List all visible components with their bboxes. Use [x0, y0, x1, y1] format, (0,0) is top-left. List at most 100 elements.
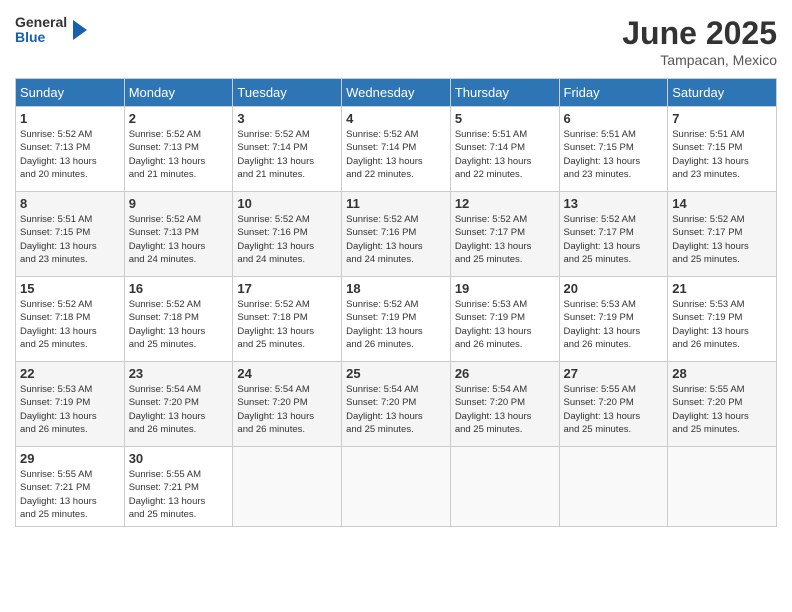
- day-number: 28: [672, 366, 772, 381]
- table-row: 29 Sunrise: 5:55 AM Sunset: 7:21 PM Dayl…: [16, 447, 125, 527]
- col-friday: Friday: [559, 79, 668, 107]
- day-info: Sunrise: 5:54 AM Sunset: 7:20 PM Dayligh…: [129, 383, 229, 436]
- table-row: 26 Sunrise: 5:54 AM Sunset: 7:20 PM Dayl…: [450, 362, 559, 447]
- day-number: 18: [346, 281, 446, 296]
- table-row: 13 Sunrise: 5:52 AM Sunset: 7:17 PM Dayl…: [559, 192, 668, 277]
- day-info: Sunrise: 5:53 AM Sunset: 7:19 PM Dayligh…: [455, 298, 555, 351]
- day-number: 25: [346, 366, 446, 381]
- table-row: [559, 447, 668, 527]
- day-number: 15: [20, 281, 120, 296]
- logo-blue: Blue: [15, 30, 67, 45]
- day-info: Sunrise: 5:51 AM Sunset: 7:15 PM Dayligh…: [20, 213, 120, 266]
- title-section: June 2025 Tampacan, Mexico: [622, 15, 777, 68]
- table-row: 11 Sunrise: 5:52 AM Sunset: 7:16 PM Dayl…: [342, 192, 451, 277]
- table-row: 2 Sunrise: 5:52 AM Sunset: 7:13 PM Dayli…: [124, 107, 233, 192]
- day-info: Sunrise: 5:51 AM Sunset: 7:15 PM Dayligh…: [564, 128, 664, 181]
- day-number: 23: [129, 366, 229, 381]
- day-number: 21: [672, 281, 772, 296]
- col-saturday: Saturday: [668, 79, 777, 107]
- calendar-week-row: 15 Sunrise: 5:52 AM Sunset: 7:18 PM Dayl…: [16, 277, 777, 362]
- day-number: 12: [455, 196, 555, 211]
- table-row: 27 Sunrise: 5:55 AM Sunset: 7:20 PM Dayl…: [559, 362, 668, 447]
- day-number: 22: [20, 366, 120, 381]
- day-info: Sunrise: 5:51 AM Sunset: 7:15 PM Dayligh…: [672, 128, 772, 181]
- day-info: Sunrise: 5:55 AM Sunset: 7:20 PM Dayligh…: [672, 383, 772, 436]
- calendar-week-row: 29 Sunrise: 5:55 AM Sunset: 7:21 PM Dayl…: [16, 447, 777, 527]
- day-info: Sunrise: 5:52 AM Sunset: 7:18 PM Dayligh…: [129, 298, 229, 351]
- logo: General Blue: [15, 15, 87, 46]
- table-row: [668, 447, 777, 527]
- table-row: 24 Sunrise: 5:54 AM Sunset: 7:20 PM Dayl…: [233, 362, 342, 447]
- table-row: 16 Sunrise: 5:52 AM Sunset: 7:18 PM Dayl…: [124, 277, 233, 362]
- day-number: 11: [346, 196, 446, 211]
- day-number: 8: [20, 196, 120, 211]
- table-row: 18 Sunrise: 5:52 AM Sunset: 7:19 PM Dayl…: [342, 277, 451, 362]
- table-row: [342, 447, 451, 527]
- page-header: General Blue June 2025 Tampacan, Mexico: [15, 15, 777, 68]
- logo-text: General Blue: [15, 15, 67, 46]
- day-number: 2: [129, 111, 229, 126]
- day-info: Sunrise: 5:52 AM Sunset: 7:17 PM Dayligh…: [455, 213, 555, 266]
- location: Tampacan, Mexico: [622, 52, 777, 68]
- table-row: 4 Sunrise: 5:52 AM Sunset: 7:14 PM Dayli…: [342, 107, 451, 192]
- day-number: 30: [129, 451, 229, 466]
- day-number: 29: [20, 451, 120, 466]
- table-row: 19 Sunrise: 5:53 AM Sunset: 7:19 PM Dayl…: [450, 277, 559, 362]
- table-row: 7 Sunrise: 5:51 AM Sunset: 7:15 PM Dayli…: [668, 107, 777, 192]
- table-row: 3 Sunrise: 5:52 AM Sunset: 7:14 PM Dayli…: [233, 107, 342, 192]
- day-number: 5: [455, 111, 555, 126]
- col-thursday: Thursday: [450, 79, 559, 107]
- day-number: 16: [129, 281, 229, 296]
- day-info: Sunrise: 5:53 AM Sunset: 7:19 PM Dayligh…: [564, 298, 664, 351]
- day-number: 17: [237, 281, 337, 296]
- table-row: 8 Sunrise: 5:51 AM Sunset: 7:15 PM Dayli…: [16, 192, 125, 277]
- table-row: 15 Sunrise: 5:52 AM Sunset: 7:18 PM Dayl…: [16, 277, 125, 362]
- day-info: Sunrise: 5:52 AM Sunset: 7:17 PM Dayligh…: [672, 213, 772, 266]
- table-row: 5 Sunrise: 5:51 AM Sunset: 7:14 PM Dayli…: [450, 107, 559, 192]
- day-info: Sunrise: 5:52 AM Sunset: 7:14 PM Dayligh…: [346, 128, 446, 181]
- table-row: 28 Sunrise: 5:55 AM Sunset: 7:20 PM Dayl…: [668, 362, 777, 447]
- calendar-week-row: 1 Sunrise: 5:52 AM Sunset: 7:13 PM Dayli…: [16, 107, 777, 192]
- table-row: 1 Sunrise: 5:52 AM Sunset: 7:13 PM Dayli…: [16, 107, 125, 192]
- day-number: 13: [564, 196, 664, 211]
- day-number: 1: [20, 111, 120, 126]
- col-monday: Monday: [124, 79, 233, 107]
- day-info: Sunrise: 5:54 AM Sunset: 7:20 PM Dayligh…: [237, 383, 337, 436]
- day-number: 20: [564, 281, 664, 296]
- day-info: Sunrise: 5:54 AM Sunset: 7:20 PM Dayligh…: [455, 383, 555, 436]
- calendar-week-row: 8 Sunrise: 5:51 AM Sunset: 7:15 PM Dayli…: [16, 192, 777, 277]
- day-info: Sunrise: 5:52 AM Sunset: 7:13 PM Dayligh…: [20, 128, 120, 181]
- table-row: 10 Sunrise: 5:52 AM Sunset: 7:16 PM Dayl…: [233, 192, 342, 277]
- day-number: 9: [129, 196, 229, 211]
- table-row: 21 Sunrise: 5:53 AM Sunset: 7:19 PM Dayl…: [668, 277, 777, 362]
- day-info: Sunrise: 5:52 AM Sunset: 7:13 PM Dayligh…: [129, 128, 229, 181]
- calendar-header-row: Sunday Monday Tuesday Wednesday Thursday…: [16, 79, 777, 107]
- day-info: Sunrise: 5:55 AM Sunset: 7:21 PM Dayligh…: [20, 468, 120, 521]
- day-number: 4: [346, 111, 446, 126]
- table-row: 30 Sunrise: 5:55 AM Sunset: 7:21 PM Dayl…: [124, 447, 233, 527]
- day-info: Sunrise: 5:55 AM Sunset: 7:20 PM Dayligh…: [564, 383, 664, 436]
- day-info: Sunrise: 5:52 AM Sunset: 7:16 PM Dayligh…: [237, 213, 337, 266]
- logo-arrow-icon: [73, 20, 87, 40]
- day-info: Sunrise: 5:52 AM Sunset: 7:14 PM Dayligh…: [237, 128, 337, 181]
- col-sunday: Sunday: [16, 79, 125, 107]
- day-info: Sunrise: 5:55 AM Sunset: 7:21 PM Dayligh…: [129, 468, 229, 521]
- col-wednesday: Wednesday: [342, 79, 451, 107]
- table-row: 9 Sunrise: 5:52 AM Sunset: 7:13 PM Dayli…: [124, 192, 233, 277]
- day-info: Sunrise: 5:52 AM Sunset: 7:18 PM Dayligh…: [20, 298, 120, 351]
- table-row: 22 Sunrise: 5:53 AM Sunset: 7:19 PM Dayl…: [16, 362, 125, 447]
- day-number: 27: [564, 366, 664, 381]
- day-info: Sunrise: 5:52 AM Sunset: 7:13 PM Dayligh…: [129, 213, 229, 266]
- day-info: Sunrise: 5:52 AM Sunset: 7:17 PM Dayligh…: [564, 213, 664, 266]
- logo-general: General: [15, 15, 67, 30]
- table-row: 25 Sunrise: 5:54 AM Sunset: 7:20 PM Dayl…: [342, 362, 451, 447]
- table-row: [450, 447, 559, 527]
- day-number: 3: [237, 111, 337, 126]
- day-number: 24: [237, 366, 337, 381]
- day-info: Sunrise: 5:54 AM Sunset: 7:20 PM Dayligh…: [346, 383, 446, 436]
- day-number: 19: [455, 281, 555, 296]
- table-row: 17 Sunrise: 5:52 AM Sunset: 7:18 PM Dayl…: [233, 277, 342, 362]
- day-number: 14: [672, 196, 772, 211]
- table-row: 14 Sunrise: 5:52 AM Sunset: 7:17 PM Dayl…: [668, 192, 777, 277]
- table-row: [233, 447, 342, 527]
